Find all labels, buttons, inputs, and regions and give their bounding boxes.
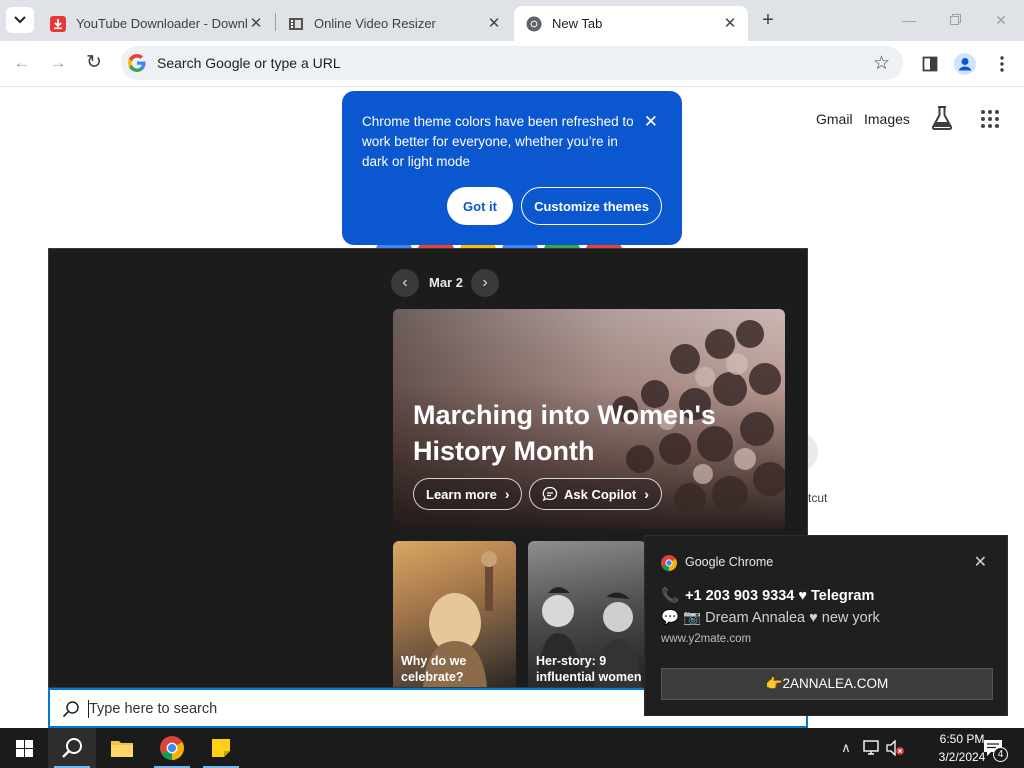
volume-muted-icon[interactable] [884, 728, 906, 768]
side-panel-icon[interactable] [919, 53, 941, 75]
card-title: Why do we celebrate? [401, 654, 467, 684]
youtube-downloader-icon [50, 15, 66, 32]
tab-title: YouTube Downloader - Downlo [76, 16, 248, 31]
address-bar[interactable]: Search Google or type a URL ☆ [121, 46, 903, 80]
customize-themes-button[interactable]: Customize themes [521, 187, 662, 225]
learn-more-button[interactable]: Learn more › [413, 478, 523, 510]
chrome-notification-toast[interactable]: Google Chrome ✕ 📞 +1 203 903 9334 ♥ Teleg… [644, 535, 1008, 716]
phone-icon: 📞 [661, 588, 680, 604]
search-placeholder: Type here to search [89, 701, 218, 717]
learn-more-label: Learn more [426, 486, 497, 502]
ask-copilot-label: Ask Copilot [564, 486, 637, 502]
toast-title: +1 203 903 9334 ♥ Telegram [685, 588, 875, 604]
minimize-icon[interactable]: — [897, 8, 921, 32]
add-shortcut-label: tcut [808, 491, 828, 505]
tab-title: New Tab [552, 16, 603, 31]
tab-strip: YouTube Downloader - Downlo ✕ Online Vid… [0, 0, 1024, 41]
chat-bubble-icon [542, 486, 558, 502]
new-tab-button[interactable]: + [757, 9, 779, 31]
profile-avatar-icon[interactable] [954, 53, 976, 75]
windows-start-icon[interactable] [0, 728, 48, 768]
images-link[interactable]: Images [864, 111, 910, 127]
windows-taskbar: ∧ 6:50 PM 3/2/2024 [0, 728, 1024, 768]
network-icon[interactable] [860, 728, 882, 768]
restore-icon[interactable] [943, 8, 967, 32]
toast-action-button[interactable]: 👉2ANNALEA.COM [661, 668, 993, 700]
notification-count-badge: 4 [993, 747, 1008, 762]
close-window-icon[interactable]: ✕ [989, 8, 1013, 32]
forward-arrow-icon[interactable]: → [47, 52, 69, 74]
chrome-taskbar-icon[interactable] [148, 728, 196, 768]
close-tab-icon[interactable]: ✕ [248, 15, 264, 32]
card-title: Her-story: 9 influential women [536, 654, 642, 684]
hero-title: Marching into Women's History Month [413, 400, 716, 466]
toast-title-row: 📞 +1 203 903 9334 ♥ Telegram [661, 587, 874, 604]
chrome-icon [526, 16, 542, 32]
tab-title: Online Video Resizer [314, 16, 436, 31]
file-explorer-icon[interactable] [98, 728, 146, 768]
tab-youtube-downloader[interactable]: YouTube Downloader - Downlo ✕ [38, 6, 274, 41]
toast-site: www.y2mate.com [661, 633, 752, 645]
sticky-notes-icon[interactable] [197, 728, 245, 768]
reload-icon[interactable]: ↻ [83, 52, 105, 74]
close-tab-icon[interactable]: ✕ [486, 15, 502, 32]
tab-new-tab[interactable]: New Tab ✕ [514, 6, 748, 41]
bubble-message: Chrome theme colors have been refreshed … [362, 114, 634, 169]
theme-refresh-bubble: Chrome theme colors have been refreshed … [342, 91, 682, 245]
chevron-down-icon [14, 16, 26, 24]
date-label: Mar 2 [429, 275, 463, 290]
next-date-button[interactable]: › [471, 269, 499, 297]
ask-copilot-button[interactable]: Ask Copilot › [529, 478, 662, 510]
bookmark-star-icon[interactable]: ☆ [873, 52, 890, 75]
got-it-button[interactable]: Got it [447, 187, 513, 225]
previous-date-button[interactable]: ‹ [391, 269, 419, 297]
close-tab-icon[interactable]: ✕ [722, 15, 738, 32]
back-arrow-icon[interactable]: ← [11, 52, 33, 74]
browser-toolbar: ← → ↻ Search Google or type a URL ☆ [0, 41, 1024, 87]
flask-icon[interactable] [931, 106, 953, 130]
kebab-menu-icon[interactable] [991, 53, 1013, 75]
taskbar-search-button[interactable] [48, 728, 96, 768]
close-icon[interactable]: ✕ [644, 113, 658, 131]
film-icon [288, 16, 304, 32]
chevron-right-icon: › [504, 486, 510, 502]
omnibox-placeholder: Search Google or type a URL [157, 55, 341, 71]
close-icon[interactable]: ✕ [974, 552, 987, 572]
show-hidden-icons-chevron[interactable]: ∧ [836, 728, 856, 768]
search-icon [62, 701, 79, 718]
tab-online-video-resizer[interactable]: Online Video Resizer ✕ [276, 6, 512, 41]
chrome-icon [661, 555, 677, 571]
toast-body: 💬 📷 Dream Annalea ♥ new york [661, 610, 880, 626]
toast-app-name: Google Chrome [685, 555, 774, 569]
news-card[interactable]: Why do we celebrate? [393, 541, 516, 687]
search-icon [62, 738, 82, 758]
chevron-right-icon: › [644, 486, 649, 502]
google-apps-icon[interactable] [981, 110, 999, 128]
tab-search-button[interactable] [6, 7, 34, 33]
news-card[interactable]: Her-story: 9 influential women [528, 541, 646, 687]
gmail-link[interactable]: Gmail [816, 111, 853, 127]
google-g-icon [128, 54, 146, 72]
hero-card[interactable]: Marching into Women's History Month Lear… [393, 309, 785, 529]
